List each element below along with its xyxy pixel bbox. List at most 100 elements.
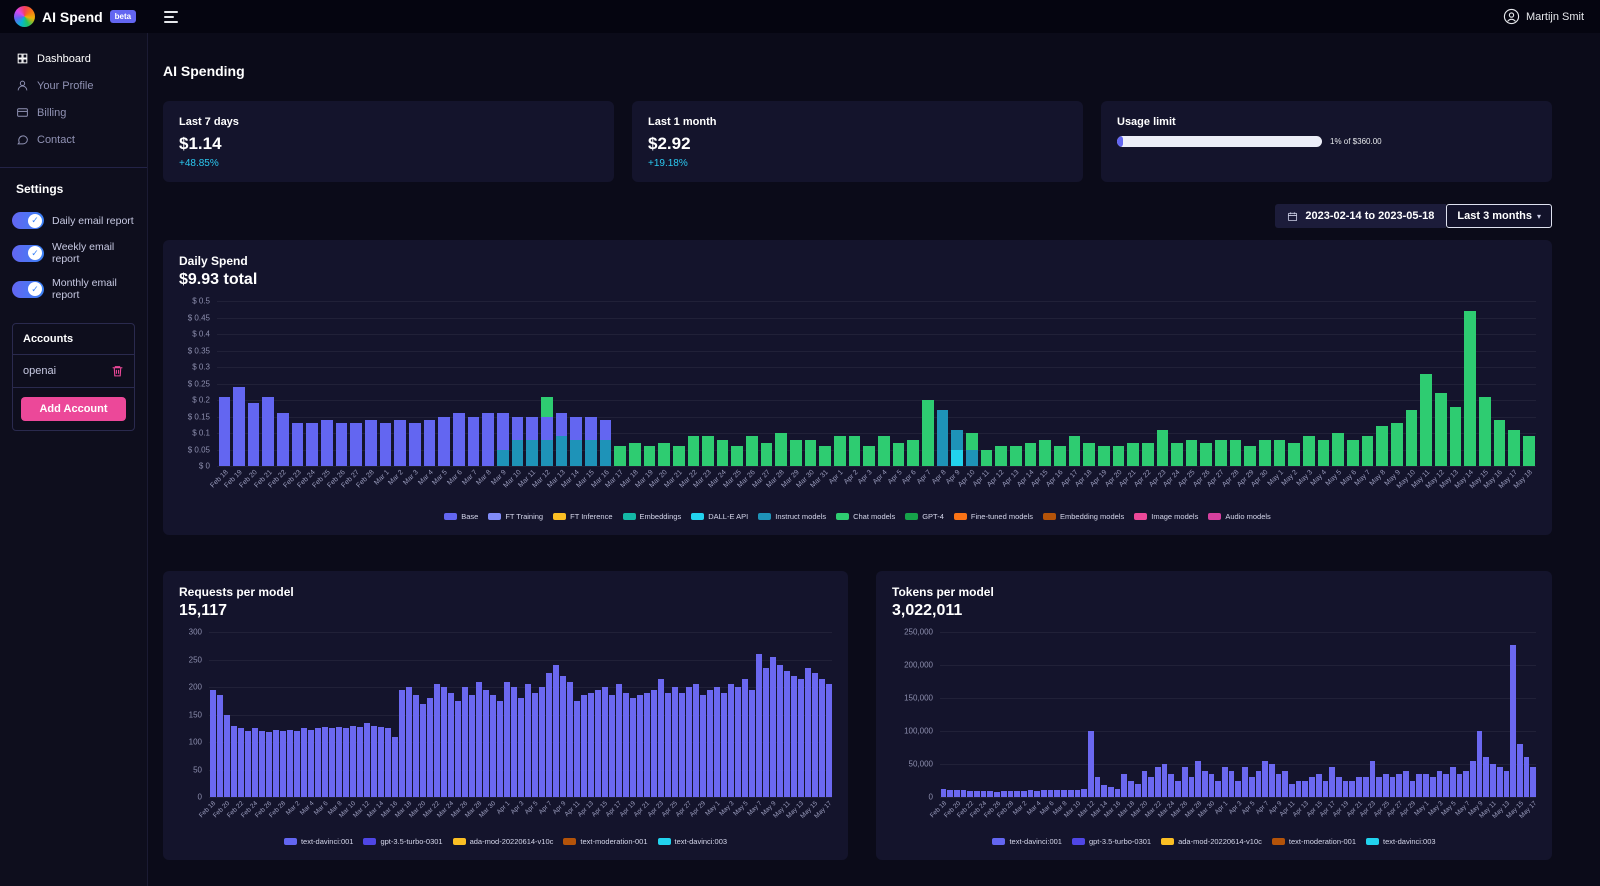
- chart-bar: [1503, 632, 1510, 797]
- x-tick-label: Feb 28: [355, 469, 376, 490]
- x-tick-label: Mar 7: [460, 469, 479, 487]
- delete-account-icon[interactable]: [111, 364, 124, 378]
- stat-value: $1.14: [179, 134, 222, 153]
- sidebar-item-dashboard[interactable]: Dashboard: [0, 45, 147, 72]
- chart-bar: [335, 301, 348, 466]
- x-axis-labels: Feb 18Feb 19Feb 20Feb 21Feb 22Feb 23Feb …: [198, 797, 834, 835]
- chart-bar: [657, 632, 664, 797]
- legend-swatch: [691, 513, 705, 520]
- user-menu[interactable]: Martijn Smit: [1503, 8, 1600, 25]
- chart-bar: [279, 632, 286, 797]
- chart-bar: [468, 632, 475, 797]
- toggle-switch[interactable]: ✓: [12, 244, 44, 262]
- y-tick-label: 300: [188, 627, 202, 637]
- stat-label: Last 1 month: [648, 116, 717, 128]
- chart-bar: [1516, 632, 1523, 797]
- sidebar-item-profile[interactable]: Your Profile: [0, 72, 147, 99]
- chart-bar: [1087, 632, 1094, 797]
- toggle-weekly-email[interactable]: ✓ Weekly email report: [0, 235, 147, 271]
- legend-item: Audio models: [1208, 512, 1271, 521]
- date-range-picker[interactable]: 2023-02-14 to 2023-05-18: [1275, 204, 1447, 228]
- legend-item: gpt-3.5-turbo-0301: [363, 837, 443, 846]
- chart-bar: [496, 632, 503, 797]
- chart-bar: [1362, 632, 1369, 797]
- chart-bar: [848, 301, 861, 466]
- chart-bar: [1349, 632, 1356, 797]
- stat-value: $2.92: [648, 134, 691, 153]
- x-tick-label: Mar 4: [1025, 800, 1043, 817]
- legend-swatch: [488, 513, 502, 520]
- x-tick-label: Mar 2: [387, 469, 406, 487]
- toggle-daily-email[interactable]: ✓ Daily email report: [0, 206, 147, 235]
- chart-bar: [566, 632, 573, 797]
- x-tick-label: Mar 27: [751, 469, 772, 490]
- x-tick-label: May 7: [1453, 800, 1472, 818]
- sidebar-item-contact[interactable]: Contact: [0, 126, 147, 153]
- chart-bar: [1083, 301, 1095, 466]
- usage-progress: [1117, 136, 1322, 147]
- chart-bar: [692, 632, 699, 797]
- daily-spend-plot: [217, 301, 1536, 467]
- sidebar-toggle-icon[interactable]: [164, 10, 178, 23]
- chart-bar: [1112, 301, 1125, 466]
- chart-bar: [223, 632, 230, 797]
- chart-total: 3,022,011: [892, 602, 963, 619]
- chart-bar: [922, 301, 934, 466]
- chart-legend: text-davinci:001 gpt-3.5-turbo-0301 ada-mo…: [892, 837, 1536, 846]
- y-tick-label: $ 0: [198, 461, 210, 471]
- chart-bar: [797, 632, 804, 797]
- chart-bar: [748, 632, 755, 797]
- chart-bar: [262, 301, 275, 466]
- chart-bar: [622, 632, 629, 797]
- beta-badge: beta: [109, 10, 137, 23]
- x-tick-label: Feb 28: [268, 800, 288, 820]
- user-name: Martijn Smit: [1525, 10, 1584, 23]
- chart-bar: [974, 632, 980, 797]
- x-tick-label: Apr 5: [886, 469, 904, 486]
- avatar-icon: [1503, 8, 1520, 25]
- chart-bar: [1134, 632, 1141, 797]
- chart-bar: [940, 632, 947, 797]
- chart-bar: [1128, 632, 1134, 797]
- dashboard-icon: [17, 53, 28, 64]
- chart-bar: [1493, 301, 1506, 466]
- x-tick-label: Apr 3: [857, 469, 875, 486]
- x-tick-label: May 17: [813, 800, 834, 821]
- x-tick-label: Feb 26: [326, 469, 347, 490]
- y-tick-label: 250: [188, 655, 202, 664]
- chart-bar: [1244, 301, 1257, 466]
- chart-bar: [1262, 632, 1268, 797]
- stat-card-7days: Last 7 days $1.14 +48.85%: [163, 101, 614, 182]
- bars: [217, 301, 1536, 466]
- legend-swatch: [758, 513, 772, 520]
- chart-bar: [1094, 632, 1101, 797]
- chart-bar: [1020, 632, 1027, 797]
- chart-bar: [1288, 301, 1301, 466]
- chart-bar: [980, 632, 987, 797]
- chart-bar: [1007, 632, 1014, 797]
- y-tick-label: 100: [188, 737, 202, 747]
- toggle-switch[interactable]: ✓: [12, 280, 44, 298]
- toggle-switch[interactable]: ✓: [12, 212, 44, 229]
- chart-bar: [1074, 632, 1081, 797]
- range-preset-button[interactable]: Last 3 months ▾: [1446, 204, 1552, 228]
- stat-label: Last 7 days: [179, 116, 239, 128]
- chart-bar: [230, 632, 237, 797]
- legend-swatch: [444, 513, 458, 520]
- chart-bar: [1215, 301, 1227, 466]
- chart-bar: [1068, 301, 1081, 466]
- toggle-monthly-email[interactable]: ✓ Monthly email report: [0, 271, 147, 307]
- chart-bar: [587, 632, 594, 797]
- profile-icon: [17, 80, 28, 91]
- chart-bar: [615, 632, 622, 797]
- legend-item: Embedding models: [1043, 512, 1124, 521]
- chart-bar: [1156, 301, 1169, 466]
- chart-bar: [244, 632, 251, 797]
- y-tick-label: 50,000: [908, 759, 933, 769]
- x-tick-label: Apr 9: [551, 800, 568, 816]
- sidebar-item-billing[interactable]: Billing: [0, 99, 147, 126]
- chart-bar: [391, 632, 398, 797]
- chart-bar: [356, 632, 363, 797]
- chart-bar: [1376, 632, 1382, 797]
- add-account-button[interactable]: Add Account: [21, 397, 126, 421]
